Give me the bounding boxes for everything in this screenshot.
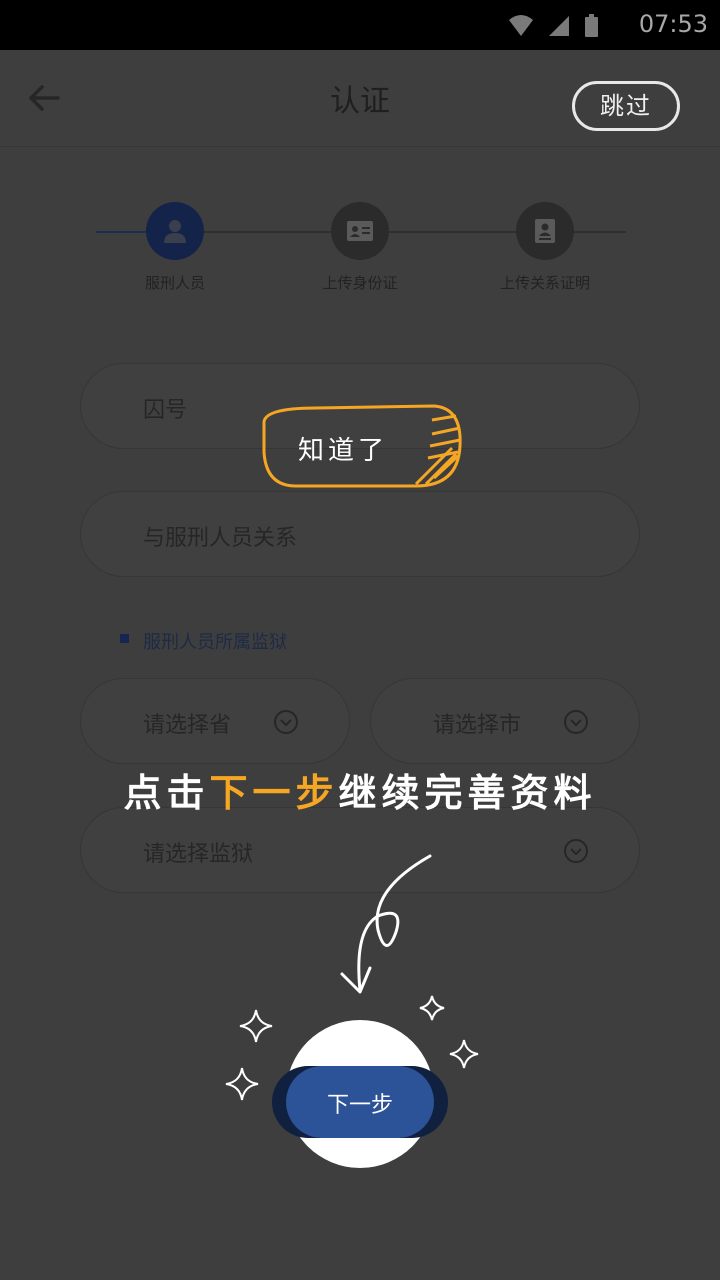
city-select[interactable]: 请选择市 bbox=[370, 678, 640, 764]
relation-placeholder: 与服刑人员关系 bbox=[143, 526, 298, 551]
tip-suffix: 继续完善资料 bbox=[338, 771, 597, 815]
province-select[interactable]: 请选择省 bbox=[80, 678, 350, 764]
chevron-down-icon bbox=[564, 710, 588, 734]
chevron-down-icon bbox=[564, 839, 588, 863]
auth-page: 认证 跳过 服刑人员 上传身份证 上传关系证明 囚号 与服刑人员关系 服刑人员所… bbox=[0, 50, 720, 1280]
skip-button[interactable]: 跳过 bbox=[572, 81, 680, 131]
got-it-label[interactable]: 知道了 bbox=[298, 430, 388, 467]
next-button-label[interactable]: 下一步 bbox=[286, 1087, 434, 1119]
step-relation-proof: 上传关系证明 bbox=[445, 202, 645, 293]
step-id-card: 上传身份证 bbox=[260, 202, 460, 293]
relation-field[interactable]: 与服刑人员关系 bbox=[80, 491, 640, 577]
guide-tip: 点击下一步继续完善资料 bbox=[0, 762, 720, 817]
wifi-icon bbox=[509, 15, 533, 36]
city-placeholder: 请选择市 bbox=[433, 713, 522, 738]
prison-section-label: 服刑人员所属监狱 bbox=[143, 632, 287, 653]
step-prisoner: 服刑人员 bbox=[75, 202, 275, 293]
step-label: 上传身份证 bbox=[322, 274, 398, 292]
status-time: 07:53 bbox=[638, 10, 708, 38]
step-label: 服刑人员 bbox=[144, 274, 205, 292]
status-bar: 07:53 bbox=[0, 0, 720, 50]
document-icon bbox=[516, 202, 574, 260]
prison-placeholder: 请选择监狱 bbox=[143, 842, 254, 867]
header: 认证 跳过 bbox=[0, 50, 720, 147]
tip-prefix: 点击 bbox=[123, 771, 210, 815]
person-icon bbox=[146, 202, 204, 260]
signal-icon bbox=[549, 16, 569, 36]
province-placeholder: 请选择省 bbox=[143, 713, 232, 738]
step-label: 上传关系证明 bbox=[499, 274, 590, 292]
id-card-icon bbox=[331, 202, 389, 260]
prisoner-number-placeholder: 囚号 bbox=[143, 398, 188, 423]
chevron-down-icon bbox=[274, 710, 298, 734]
status-icons bbox=[509, 14, 598, 37]
battery-icon bbox=[585, 14, 598, 37]
tip-highlight: 下一步 bbox=[209, 771, 339, 815]
curved-arrow-icon bbox=[340, 854, 432, 994]
section-marker bbox=[120, 634, 129, 643]
